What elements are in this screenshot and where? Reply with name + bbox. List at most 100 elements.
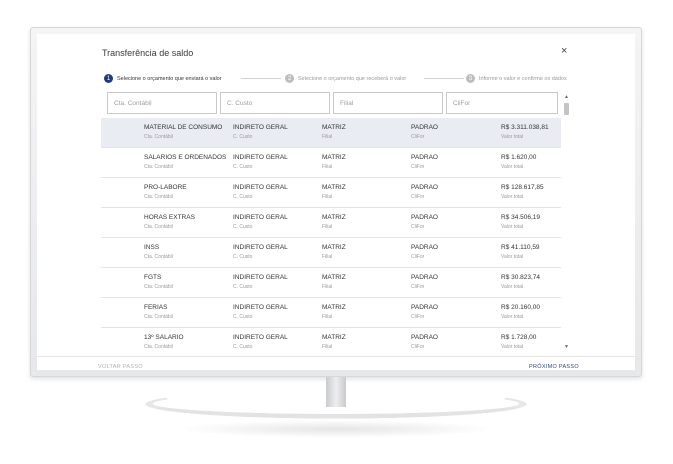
filter-bar: Cta. Contábil C. Custo Filial CliFor bbox=[107, 92, 558, 116]
cell-sublabel: Valor total bbox=[501, 164, 524, 170]
cell-value: MATRIZ bbox=[322, 244, 346, 251]
close-icon[interactable]: × bbox=[561, 45, 567, 57]
cell-value: PADRAO bbox=[411, 274, 438, 281]
cell-value: PADRAO bbox=[411, 184, 438, 191]
table-row[interactable]: SALARIOS E ORDENADOS Cta. Contábil INDIRET… bbox=[101, 148, 561, 178]
cell-sublabel: Valor total bbox=[501, 194, 524, 200]
cell-value: MATRIZ bbox=[322, 304, 346, 311]
step-2-label: Selecione o orçamento que receberá o val… bbox=[298, 75, 407, 82]
table-row[interactable]: HORAS EXTRAS Cta. Contábil INDIRETO GERAL C… bbox=[101, 208, 561, 238]
cell-value: INDIRETO GERAL bbox=[233, 244, 288, 251]
back-step-button[interactable]: VOLTAR PASSO bbox=[98, 364, 143, 370]
cell-filial: MATRIZ Filial bbox=[322, 214, 346, 230]
cell-sublabel: Filial bbox=[322, 164, 333, 170]
cell-valor: R$ 20.160,00 Valor total bbox=[501, 304, 540, 320]
cell-value: PADRAO bbox=[411, 124, 438, 131]
cell-sublabel: Valor total bbox=[501, 314, 524, 320]
table-row[interactable]: 13º SALARIO Cta. Contábil INDIRETO GERAL C.… bbox=[101, 328, 561, 354]
cell-filial: MATRIZ Filial bbox=[322, 274, 346, 290]
cell-clifor: PADRAO CliFor bbox=[411, 124, 438, 140]
filter-c-custo[interactable]: C. Custo bbox=[220, 92, 330, 114]
cell-custo: INDIRETO GERAL C. Custo bbox=[233, 124, 288, 140]
filter-filial[interactable]: Filial bbox=[333, 92, 443, 114]
cell-sublabel: Valor total bbox=[501, 284, 524, 290]
table-row[interactable]: INSS Cta. Contábil INDIRETO GERAL C. Custo M… bbox=[101, 238, 561, 268]
table-row[interactable]: PRO-LABORE Cta. Contábil INDIRETO GERAL C. … bbox=[101, 178, 561, 208]
cell-sublabel: Cta. Contábil bbox=[144, 134, 173, 140]
cell-value: MATERIAL DE CONSUMO bbox=[144, 124, 223, 131]
cell-value: PRO-LABORE bbox=[144, 184, 187, 191]
cell-conta: MATERIAL DE CONSUMO Cta. Contábil bbox=[144, 124, 222, 140]
cell-sublabel: Cta. Contábil bbox=[144, 344, 173, 350]
dialog-title: Transferência de saldo bbox=[102, 48, 194, 58]
cell-value: MATRIZ bbox=[322, 184, 346, 191]
cell-sublabel: C. Custo bbox=[233, 254, 253, 260]
table-scrollbar[interactable]: ▲ ▼ bbox=[563, 94, 570, 352]
footer-divider bbox=[37, 356, 635, 357]
cell-sublabel: Valor total bbox=[501, 134, 524, 140]
stand-shadow bbox=[176, 420, 496, 438]
cell-sublabel: Cta. Contábil bbox=[144, 194, 173, 200]
filter-cta-contabil[interactable]: Cta. Contábil bbox=[107, 92, 217, 114]
cell-value: HORAS EXTRAS bbox=[144, 214, 195, 221]
cell-clifor: PADRAO CliFor bbox=[411, 214, 438, 230]
cell-valor: R$ 1.620,00 Valor total bbox=[501, 154, 536, 170]
cell-sublabel: CliFor bbox=[411, 164, 425, 170]
cell-valor: R$ 128.617,85 Valor total bbox=[501, 184, 544, 200]
cell-value: PADRAO bbox=[411, 304, 438, 311]
cell-sublabel: CliFor bbox=[411, 224, 425, 230]
cell-value: INDIRETO GERAL bbox=[233, 154, 288, 161]
cell-sublabel: Cta. Contábil bbox=[144, 314, 173, 320]
cell-custo: INDIRETO GERAL C. Custo bbox=[233, 214, 288, 230]
cell-value: R$ 34.506,19 bbox=[501, 214, 541, 221]
cell-value: INDIRETO GERAL bbox=[233, 124, 288, 131]
cell-sublabel: Filial bbox=[322, 284, 333, 290]
cell-sublabel: CliFor bbox=[411, 194, 425, 200]
cell-sublabel: C. Custo bbox=[233, 314, 253, 320]
cell-sublabel: CliFor bbox=[411, 284, 425, 290]
cell-sublabel: Cta. Contábil bbox=[144, 164, 173, 170]
scroll-up-icon[interactable]: ▲ bbox=[563, 94, 570, 100]
cell-sublabel: C. Custo bbox=[233, 344, 253, 350]
cell-value: INDIRETO GERAL bbox=[233, 304, 288, 311]
cell-value: R$ 41.110,59 bbox=[501, 244, 540, 251]
monitor-frame: Transferência de saldo × 1 Selecione o o… bbox=[30, 27, 642, 377]
cell-value: MATRIZ bbox=[322, 214, 346, 221]
cell-clifor: PADRAO CliFor bbox=[411, 154, 438, 170]
table-row[interactable]: FGTS Cta. Contábil INDIRETO GERAL C. Custo M… bbox=[101, 268, 561, 298]
cell-conta: HORAS EXTRAS Cta. Contábil bbox=[144, 214, 195, 230]
next-step-button[interactable]: PRÓXIMO PASSO bbox=[529, 364, 579, 370]
cell-custo: INDIRETO GERAL C. Custo bbox=[233, 154, 288, 170]
table-row[interactable]: MATERIAL DE CONSUMO Cta. Contábil INDIRETO… bbox=[101, 118, 561, 148]
cell-conta: INSS Cta. Contábil bbox=[144, 244, 173, 260]
cell-valor: R$ 3.311.038,81 Valor total bbox=[501, 124, 549, 140]
cell-sublabel: CliFor bbox=[411, 254, 425, 260]
scroll-thumb[interactable] bbox=[564, 103, 569, 115]
cell-value: 13º SALARIO bbox=[144, 334, 184, 341]
cell-conta: FGTS Cta. Contábil bbox=[144, 274, 173, 290]
cell-sublabel: Cta. Contábil bbox=[144, 284, 173, 290]
step-3-label: Informe o valor e confirme os dados bbox=[479, 75, 567, 82]
cell-value: MATRIZ bbox=[322, 334, 346, 341]
cell-value: R$ 30.823,74 bbox=[501, 274, 541, 281]
cell-clifor: PADRAO CliFor bbox=[411, 334, 438, 350]
step-1-number: 1 bbox=[104, 74, 113, 83]
budget-table: MATERIAL DE CONSUMO Cta. Contábil INDIRETO… bbox=[101, 118, 561, 354]
cell-valor: R$ 34.506,19 Valor total bbox=[501, 214, 540, 230]
cell-custo: INDIRETO GERAL C. Custo bbox=[233, 184, 288, 200]
scroll-down-icon[interactable]: ▼ bbox=[563, 344, 570, 350]
stepper: 1 Selecione o orçamento que enviará o va… bbox=[104, 74, 584, 88]
cell-clifor: PADRAO CliFor bbox=[411, 184, 438, 200]
cell-value: PADRAO bbox=[411, 244, 438, 251]
cell-filial: MATRIZ Filial bbox=[322, 304, 346, 320]
cell-sublabel: Valor total bbox=[501, 344, 524, 350]
cell-filial: MATRIZ Filial bbox=[322, 334, 346, 350]
cell-value: R$ 128.617,85 bbox=[501, 184, 544, 191]
table-row[interactable]: FERIAS Cta. Contábil INDIRETO GERAL C. Cust… bbox=[101, 298, 561, 328]
cell-value: INDIRETO GERAL bbox=[233, 334, 288, 341]
cell-value: MATRIZ bbox=[322, 154, 346, 161]
cell-filial: MATRIZ Filial bbox=[322, 124, 346, 140]
cell-valor: R$ 30.823,74 Valor total bbox=[501, 274, 540, 290]
filter-clifor[interactable]: CliFor bbox=[446, 92, 558, 114]
cell-sublabel: Filial bbox=[322, 224, 333, 230]
